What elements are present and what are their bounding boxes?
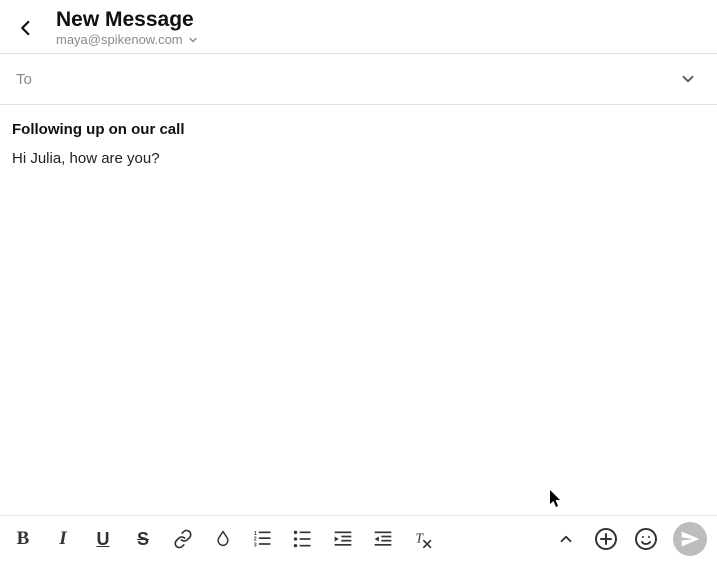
compose-area xyxy=(0,105,717,509)
plus-circle-icon xyxy=(594,527,618,551)
smiley-icon xyxy=(634,527,658,551)
to-input[interactable] xyxy=(44,71,675,88)
body-input[interactable] xyxy=(12,148,705,488)
from-email: maya@spikenow.com xyxy=(56,32,183,47)
underline-button[interactable]: U xyxy=(90,526,116,552)
send-button[interactable] xyxy=(673,522,707,556)
indent-button[interactable] xyxy=(330,526,356,552)
ordered-list-icon: 123 xyxy=(253,529,273,549)
page-title: New Message xyxy=(56,8,199,31)
outdent-icon xyxy=(373,529,393,549)
back-button[interactable] xyxy=(12,14,40,42)
ordered-list-button[interactable]: 123 xyxy=(250,526,276,552)
format-group: B I U S 123 T xyxy=(10,526,436,552)
svg-text:T: T xyxy=(416,530,425,545)
indent-icon xyxy=(333,529,353,549)
chevron-down-icon xyxy=(679,70,697,88)
to-expand-button[interactable] xyxy=(675,66,701,92)
unordered-list-button[interactable] xyxy=(290,526,316,552)
strikethrough-button[interactable]: S xyxy=(130,526,156,552)
from-dropdown-icon xyxy=(187,34,199,46)
clear-format-icon: T xyxy=(413,529,433,549)
to-label: To xyxy=(16,71,32,88)
chevron-up-icon xyxy=(557,530,575,548)
italic-icon: I xyxy=(59,528,66,550)
italic-button[interactable]: I xyxy=(50,526,76,552)
droplet-icon xyxy=(214,530,232,548)
compose-header: New Message maya@spikenow.com xyxy=(0,0,717,54)
link-icon xyxy=(173,529,193,549)
bold-icon: B xyxy=(17,528,30,550)
subject-input[interactable] xyxy=(12,121,705,138)
from-account[interactable]: maya@spikenow.com xyxy=(56,32,199,47)
bold-button[interactable]: B xyxy=(10,526,36,552)
header-text: New Message maya@spikenow.com xyxy=(56,8,199,47)
add-attachment-button[interactable] xyxy=(593,526,619,552)
link-button[interactable] xyxy=(170,526,196,552)
emoji-button[interactable] xyxy=(633,526,659,552)
strikethrough-icon: S xyxy=(137,529,149,550)
underline-icon: U xyxy=(97,529,110,550)
color-button[interactable] xyxy=(210,526,236,552)
formatting-toolbar: B I U S 123 T xyxy=(0,515,717,562)
toolbar-right-group xyxy=(553,522,707,556)
back-icon xyxy=(17,19,35,37)
svg-text:3: 3 xyxy=(254,543,257,549)
paper-plane-icon xyxy=(680,529,700,549)
clear-format-button[interactable]: T xyxy=(410,526,436,552)
collapse-toolbar-button[interactable] xyxy=(553,526,579,552)
unordered-list-icon xyxy=(293,529,313,549)
outdent-button[interactable] xyxy=(370,526,396,552)
to-field-row: To xyxy=(0,54,717,105)
